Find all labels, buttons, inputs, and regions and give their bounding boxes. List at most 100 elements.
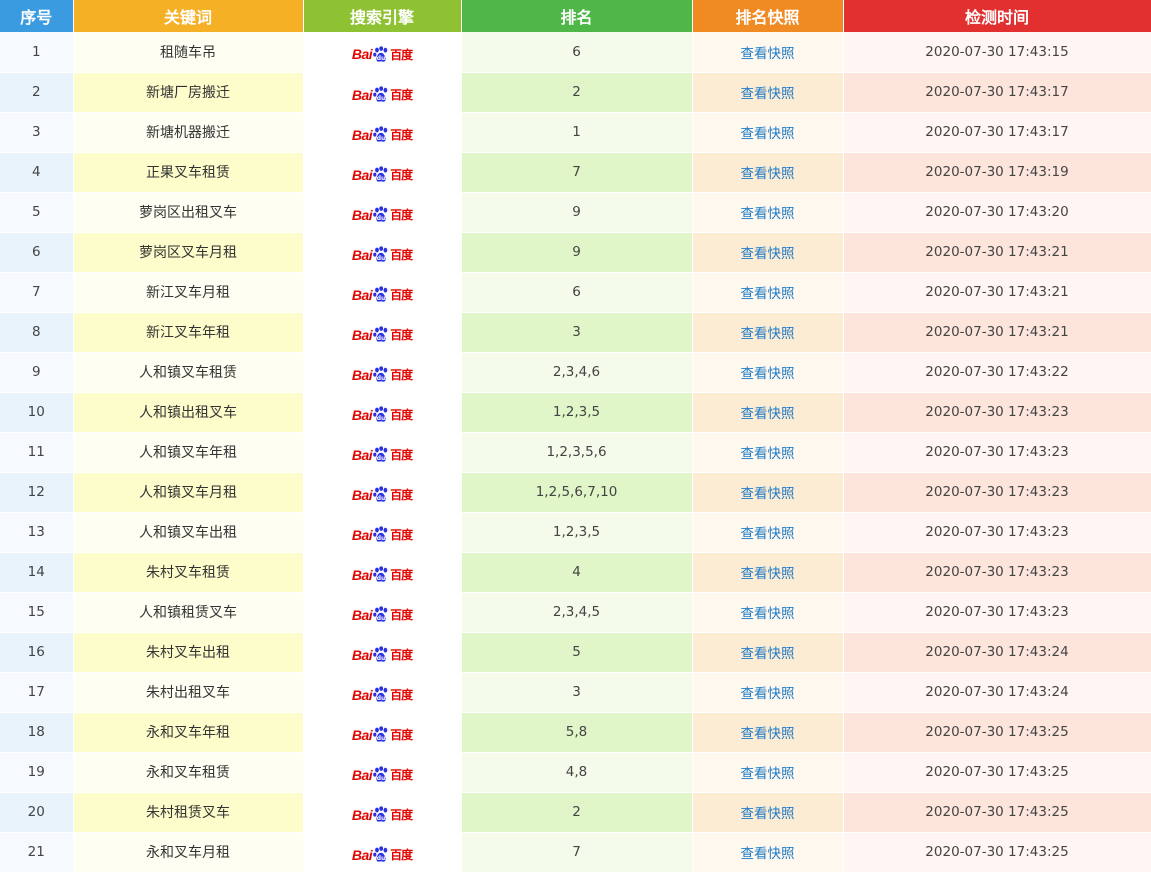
- row-snapshot: 查看快照: [692, 552, 844, 593]
- svg-text:du: du: [377, 615, 386, 622]
- row-index: 2: [0, 72, 74, 113]
- row-rank: 1: [461, 112, 693, 153]
- view-snapshot-link[interactable]: 查看快照: [741, 566, 795, 582]
- baidu-logo: Bai du 百度: [351, 246, 413, 263]
- row-snapshot: 查看快照: [692, 432, 844, 473]
- view-snapshot-link[interactable]: 查看快照: [741, 246, 795, 262]
- row-snapshot: 查看快照: [692, 272, 844, 313]
- row-time: 2020-07-30 17:43:25: [843, 712, 1151, 753]
- row-rank: 2,3,4,5: [461, 592, 693, 633]
- row-index: 14: [0, 552, 74, 593]
- view-snapshot-link[interactable]: 查看快照: [741, 686, 795, 702]
- header-rank-snapshot: 排名快照: [692, 0, 844, 32]
- svg-text:du: du: [377, 735, 386, 742]
- view-snapshot-link[interactable]: 查看快照: [741, 206, 795, 222]
- row-time: 2020-07-30 17:43:19: [843, 152, 1151, 193]
- table-row: 4 正果叉车租赁 Bai du 百度 7 查看快照 2020-07-30 17:43:19: [0, 152, 1151, 193]
- baidu-paw-icon: du: [373, 86, 388, 102]
- row-time: 2020-07-30 17:43:15: [843, 32, 1151, 73]
- row-engine: Bai du 百度: [303, 232, 462, 273]
- row-time: 2020-07-30 17:43:23: [843, 392, 1151, 433]
- view-snapshot-link[interactable]: 查看快照: [741, 726, 795, 742]
- view-snapshot-link[interactable]: 查看快照: [741, 526, 795, 542]
- row-snapshot: 查看快照: [692, 192, 844, 233]
- baidu-logo: Bai du 百度: [351, 86, 413, 103]
- row-snapshot: 查看快照: [692, 632, 844, 673]
- baidu-logo: Bai du 百度: [351, 526, 413, 543]
- row-snapshot: 查看快照: [692, 712, 844, 753]
- row-keyword: 朱村租赁叉车: [73, 792, 304, 833]
- table-row: 8 新江叉车年租 Bai du 百度 3 查看快照 2020-07-30 17:43:21: [0, 312, 1151, 353]
- view-snapshot-link[interactable]: 查看快照: [741, 366, 795, 382]
- row-time: 2020-07-30 17:43:25: [843, 792, 1151, 833]
- row-keyword: 永和叉车年租: [73, 712, 304, 753]
- row-snapshot: 查看快照: [692, 32, 844, 73]
- header-index: 序号: [0, 0, 74, 32]
- row-keyword: 永和叉车月租: [73, 832, 304, 873]
- row-keyword: 人和镇出租叉车: [73, 392, 304, 433]
- view-snapshot-link[interactable]: 查看快照: [741, 326, 795, 342]
- svg-text:du: du: [377, 575, 386, 582]
- row-time: 2020-07-30 17:43:23: [843, 552, 1151, 593]
- row-engine: Bai du 百度: [303, 312, 462, 353]
- row-keyword: 朱村出租叉车: [73, 672, 304, 713]
- row-engine: Bai du 百度: [303, 112, 462, 153]
- view-snapshot-link[interactable]: 查看快照: [741, 806, 795, 822]
- row-rank: 9: [461, 232, 693, 273]
- row-index: 7: [0, 272, 74, 313]
- table-header: 序号 关键词 搜索引擎 排名 排名快照 检测时间: [0, 0, 1151, 32]
- view-snapshot-link[interactable]: 查看快照: [741, 606, 795, 622]
- row-engine: Bai du 百度: [303, 152, 462, 193]
- baidu-paw-icon: du: [373, 486, 388, 502]
- table-row: 13 人和镇叉车出租 Bai du 百度 1,2,3,5 查看快照 2020-07-30 17…: [0, 512, 1151, 553]
- header-search-engine: 搜索引擎: [303, 0, 462, 32]
- table-row: 14 朱村叉车租赁 Bai du 百度 4 查看快照 2020-07-30 17:43:23: [0, 552, 1151, 593]
- baidu-paw-icon: du: [373, 406, 388, 422]
- svg-text:du: du: [377, 295, 386, 302]
- view-snapshot-link[interactable]: 查看快照: [741, 846, 795, 862]
- row-keyword: 新江叉车年租: [73, 312, 304, 353]
- baidu-paw-icon: du: [373, 366, 388, 382]
- row-engine: Bai du 百度: [303, 32, 462, 73]
- row-snapshot: 查看快照: [692, 72, 844, 113]
- baidu-paw-icon: du: [373, 646, 388, 662]
- baidu-logo: Bai du 百度: [351, 566, 413, 583]
- row-snapshot: 查看快照: [692, 752, 844, 793]
- baidu-paw-icon: du: [373, 686, 388, 702]
- row-time: 2020-07-30 17:43:23: [843, 472, 1151, 513]
- view-snapshot-link[interactable]: 查看快照: [741, 46, 795, 62]
- table-row: 10 人和镇出租叉车 Bai du 百度 1,2,3,5 查看快照 2020-07-30 17…: [0, 392, 1151, 433]
- svg-text:du: du: [377, 135, 386, 142]
- baidu-paw-icon: du: [373, 726, 388, 742]
- view-snapshot-link[interactable]: 查看快照: [741, 166, 795, 182]
- baidu-logo: Bai du 百度: [351, 206, 413, 223]
- svg-text:du: du: [377, 175, 386, 182]
- view-snapshot-link[interactable]: 查看快照: [741, 766, 795, 782]
- row-rank: 4,8: [461, 752, 693, 793]
- table-row: 6 萝岗区叉车月租 Bai du 百度 9 查看快照 2020-07-30 17:43:21: [0, 232, 1151, 273]
- table-row: 15 人和镇租赁叉车 Bai du 百度 2,3,4,5 查看快照 2020-07-30 17…: [0, 592, 1151, 633]
- view-snapshot-link[interactable]: 查看快照: [741, 486, 795, 502]
- baidu-logo: Bai du 百度: [351, 646, 413, 663]
- view-snapshot-link[interactable]: 查看快照: [741, 446, 795, 462]
- header-check-time: 检测时间: [843, 0, 1151, 32]
- baidu-logo: Bai du 百度: [351, 126, 413, 143]
- row-rank: 7: [461, 152, 693, 193]
- keyword-rank-table: 序号 关键词 搜索引擎 排名 排名快照 检测时间 1 租随车吊 Bai du 百度 6 查看…: [0, 0, 1151, 873]
- row-snapshot: 查看快照: [692, 352, 844, 393]
- svg-text:du: du: [377, 535, 386, 542]
- row-time: 2020-07-30 17:43:21: [843, 232, 1151, 273]
- view-snapshot-link[interactable]: 查看快照: [741, 286, 795, 302]
- view-snapshot-link[interactable]: 查看快照: [741, 406, 795, 422]
- row-rank: 7: [461, 832, 693, 873]
- row-keyword: 人和镇租赁叉车: [73, 592, 304, 633]
- view-snapshot-link[interactable]: 查看快照: [741, 86, 795, 102]
- row-engine: Bai du 百度: [303, 272, 462, 313]
- row-rank: 5,8: [461, 712, 693, 753]
- view-snapshot-link[interactable]: 查看快照: [741, 646, 795, 662]
- view-snapshot-link[interactable]: 查看快照: [741, 126, 795, 142]
- row-index: 17: [0, 672, 74, 713]
- row-keyword: 人和镇叉车出租: [73, 512, 304, 553]
- row-keyword: 人和镇叉车租赁: [73, 352, 304, 393]
- row-rank: 2,3,4,6: [461, 352, 693, 393]
